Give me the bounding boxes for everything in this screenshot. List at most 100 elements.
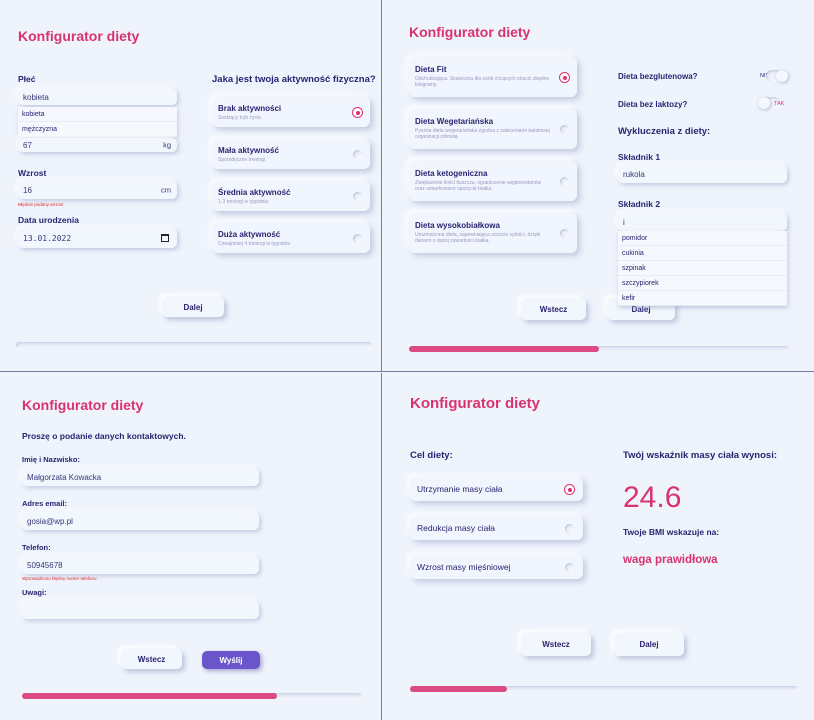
gluten-toggle[interactable] [766, 70, 788, 82]
diet-title: Dieta Wegetariańska [415, 117, 494, 126]
back-button[interactable]: Wstecz [521, 298, 586, 320]
gluten-label: Dieta bezglutenowa? [618, 72, 698, 81]
ingredient-option[interactable]: cukinia [618, 246, 787, 261]
back-button[interactable]: Wstecz [521, 633, 591, 656]
diet-desc: Odchudzająca. Skuteczna dla osób chcącyc… [415, 76, 550, 88]
sex-option[interactable]: kobieta [18, 107, 177, 122]
lactose-label: Dieta bez laktozy? [618, 100, 688, 109]
sex-select[interactable]: kobieta [18, 89, 177, 105]
goal-card[interactable]: Wzrost masy mięśniowej [410, 555, 583, 579]
name-input[interactable]: Małgorzata Kowacka [22, 468, 259, 486]
goal-title: Wzrost masy mięśniowej [417, 562, 511, 572]
next-button[interactable]: Dalej [614, 633, 684, 656]
progress-fill [410, 686, 507, 692]
bmi-label: Twój wskaźnik masy ciała wynosi: [623, 450, 777, 461]
ingredient2-value: i [623, 217, 625, 227]
activity-radio[interactable] [353, 234, 362, 243]
activity-radio[interactable] [353, 108, 362, 117]
goal-title: Redukcja masy ciała [417, 523, 495, 533]
back-button[interactable]: Wstecz [121, 649, 182, 669]
height-value: 16 [23, 185, 32, 195]
activity-card[interactable]: Brak aktywności Siedzący tryb życia [212, 97, 370, 127]
email-input[interactable]: gosia@wp.pl [22, 512, 259, 530]
activity-title: Duża aktywność [218, 230, 281, 239]
diet-card[interactable]: Dieta Wegetariańska Pyszna dieta wegetar… [409, 109, 577, 149]
diet-card[interactable]: Dieta ketogeniczna Zwiększenie ilości tł… [409, 161, 577, 201]
progress-fill [409, 346, 599, 352]
diet-radio[interactable] [560, 229, 569, 238]
birth-label: Data urodzenia [18, 215, 79, 225]
activity-label: Jaka jest twoja aktywność fizyczna? [212, 74, 376, 85]
ingredient-option[interactable]: szczypiorek [618, 276, 787, 291]
next-button[interactable]: Dalej [162, 297, 224, 317]
email-label: Adres email: [22, 499, 68, 508]
calendar-icon[interactable] [161, 234, 169, 242]
toggle-knob [758, 97, 770, 109]
activity-title: Średnia aktywność [218, 188, 291, 197]
ingredient1-value: rukola [623, 169, 645, 179]
diet-desc: Pyszna dieta wegetariańska zgodna z zale… [415, 128, 550, 140]
birth-date-input[interactable]: 13.01.2022 [18, 228, 177, 248]
diet-title: Dieta Fit [415, 65, 447, 74]
page-title: Konfigurator diety [410, 395, 540, 412]
goal-radio[interactable] [565, 563, 574, 572]
name-label: Imię i Nazwisko: [22, 455, 80, 464]
page-title: Konfigurator diety [22, 397, 144, 413]
ingredient1-input[interactable]: rukola [618, 165, 787, 183]
activity-card[interactable]: Średnia aktywność 1-3 treningi w tygodni… [212, 181, 370, 211]
goal-card[interactable]: Utrzymanie masy ciała [410, 477, 583, 501]
sex-label: Płeć [18, 74, 36, 84]
toggle-knob [776, 70, 788, 82]
exclusions-label: Wykluczenia z diety: [618, 126, 711, 137]
lactose-state: TAK [774, 101, 785, 107]
activity-desc: Sporadyczne treningi [218, 157, 265, 163]
goal-label: Cel diety: [410, 450, 453, 461]
diet-radio[interactable] [560, 177, 569, 186]
ingredient-option[interactable]: pomidor [618, 231, 787, 246]
activity-title: Brak aktywności [218, 104, 282, 113]
goal-radio[interactable] [565, 485, 574, 494]
goal-title: Utrzymanie masy ciała [417, 484, 503, 494]
activity-desc: Siedzący tryb życia [218, 115, 261, 121]
phone-label: Telefon: [22, 543, 51, 552]
birth-value: 13.01.2022 [23, 233, 72, 243]
ingredient-option[interactable]: kefir [618, 291, 787, 306]
activity-radio[interactable] [353, 150, 362, 159]
weight-value: 67 [23, 140, 32, 150]
height-error: Błędnie podany wzrost [18, 202, 64, 207]
panel-step-summary: Konfigurator diety Cel diety: Utrzymanie… [382, 373, 814, 720]
diet-card[interactable]: Dieta wysokobiałkowa Urozmaicona dieta, … [409, 213, 577, 253]
diet-radio[interactable] [560, 125, 569, 134]
page-title: Konfigurator diety [18, 28, 140, 44]
height-input[interactable]: 16 cm [18, 181, 177, 199]
activity-desc: Conajmniej 4 treningi w tygodniu [218, 241, 291, 247]
diet-title: Dieta ketogeniczna [415, 169, 488, 178]
sex-value: kobieta [23, 92, 49, 102]
goal-radio[interactable] [565, 524, 574, 533]
phone-value: 50945678 [27, 560, 63, 570]
diet-radio[interactable] [560, 73, 569, 82]
send-button[interactable]: Wyślij [202, 651, 260, 669]
bmi-value: 24.6 [623, 481, 682, 514]
ingredient-option[interactable]: szpinak [618, 261, 787, 276]
ingredient2-input[interactable]: i [618, 213, 787, 231]
phone-input[interactable]: 50945678 [22, 556, 259, 574]
goal-card[interactable]: Redukcja masy ciała [410, 516, 583, 540]
email-value: gosia@wp.pl [27, 516, 73, 526]
weight-unit: kg [163, 140, 171, 150]
name-value: Małgorzata Kowacka [27, 472, 102, 482]
weight-input[interactable]: 67 kg [18, 138, 177, 152]
progress-bar [409, 346, 789, 352]
activity-card[interactable]: Mała aktywność Sporadyczne treningi [212, 139, 370, 169]
diet-desc: Urozmaicona dieta, zapewniająca uczucie … [415, 232, 541, 244]
activity-radio[interactable] [353, 192, 362, 201]
sex-option[interactable]: mężczyzna [18, 122, 177, 137]
diet-card[interactable]: Dieta Fit Odchudzająca. Skuteczna dla os… [409, 57, 577, 97]
ingredient2-dropdown[interactable]: pomidor cukinia szpinak szczypiorek kefi… [618, 231, 787, 306]
activity-card[interactable]: Duża aktywność Conajmniej 4 treningi w t… [212, 223, 370, 253]
diet-title: Dieta wysokobiałkowa [415, 221, 500, 230]
sex-dropdown[interactable]: kobieta mężczyzna [18, 107, 177, 137]
diet-desc: Zwiększenie ilości tłuszczu, ograniczeni… [415, 180, 542, 192]
notes-input[interactable] [22, 601, 259, 619]
ingredient2-label: Składnik 2 [618, 199, 661, 209]
